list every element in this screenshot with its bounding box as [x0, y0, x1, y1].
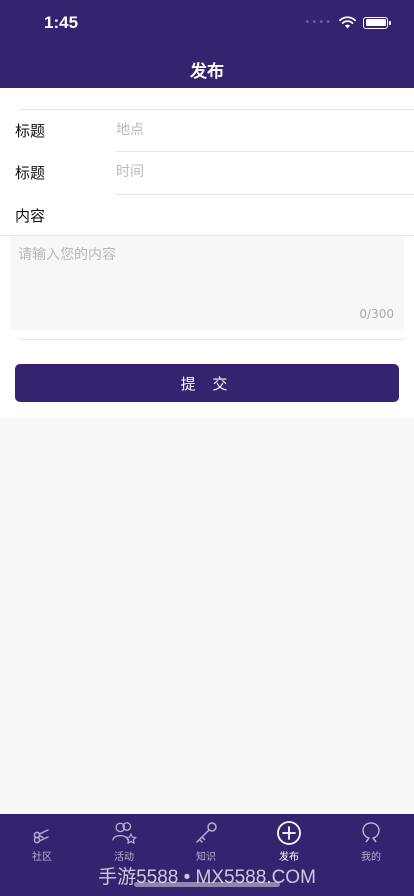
tab-publish[interactable]: 发布 [259, 820, 319, 864]
divider [20, 339, 404, 340]
scissors-icon [12, 820, 72, 846]
content-row: 内容 [0, 195, 414, 235]
content-textarea[interactable] [18, 244, 394, 302]
time-input[interactable] [116, 164, 396, 180]
tab-activity[interactable]: 活动 [94, 820, 154, 864]
tab-label: 活动 [114, 852, 134, 863]
users-star-icon [94, 820, 154, 846]
tab-mine[interactable]: 我的 [341, 820, 401, 864]
person-icon [341, 820, 401, 846]
place-row: 标题 [0, 110, 414, 150]
place-input[interactable] [116, 122, 396, 138]
tab-label: 社区 [32, 852, 52, 863]
home-indicator[interactable] [134, 882, 280, 887]
plus-circle-icon [259, 820, 319, 846]
char-counter: 0/300 [359, 307, 394, 321]
time-label: 标题 [15, 163, 46, 182]
key-icon [176, 820, 236, 846]
page-title: 发布 [190, 62, 224, 82]
tab-label: 发布 [279, 852, 299, 863]
tab-community[interactable]: 社区 [12, 820, 72, 864]
status-time: 1:45 [44, 13, 79, 32]
tab-label: 知识 [196, 852, 216, 863]
header: 1:45 •••• 发布 [0, 0, 414, 88]
battery-icon [363, 16, 391, 29]
publish-form: 标题 标题 内容 0/300 提 交 [0, 88, 414, 418]
tab-knowledge[interactable]: 知识 [176, 820, 236, 864]
time-row: 标题 [0, 152, 414, 192]
status-icons: •••• [304, 16, 391, 29]
content-label: 内容 [15, 206, 46, 225]
tab-label: 我的 [361, 852, 381, 863]
wifi-icon [339, 16, 356, 29]
place-label: 标题 [15, 121, 46, 140]
signal-icon: •••• [304, 17, 332, 28]
submit-button[interactable]: 提 交 [15, 364, 399, 402]
content-box: 0/300 [10, 236, 404, 330]
